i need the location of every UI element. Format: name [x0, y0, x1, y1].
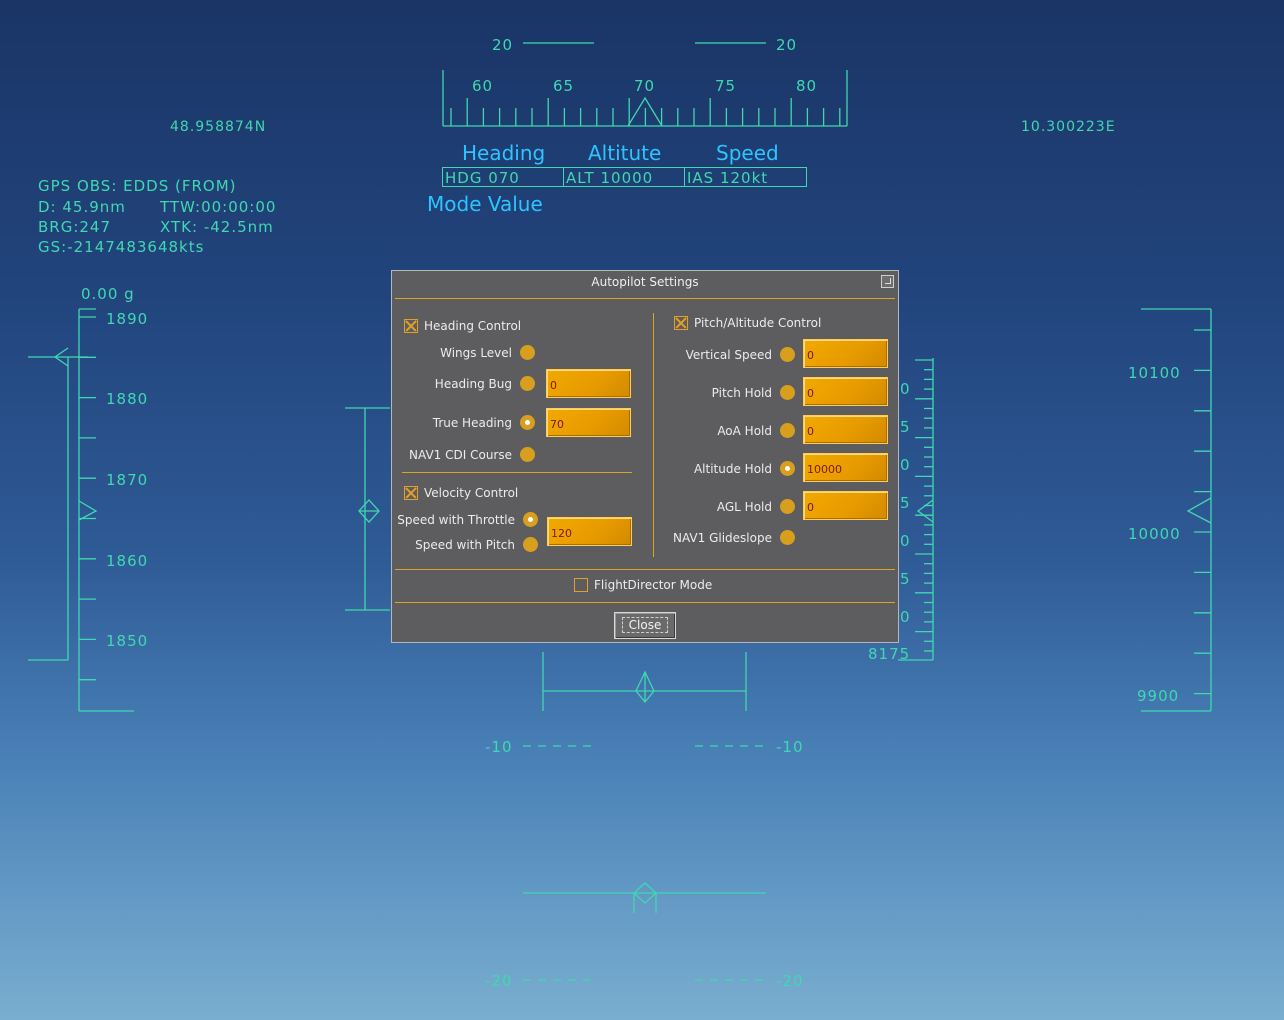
- pitch-label-20-right: 20: [776, 36, 798, 54]
- g-load-readout: 0.00 g: [81, 285, 135, 303]
- altitude-tick-label: 10100: [1128, 364, 1181, 382]
- speed-target-input[interactable]: 120: [547, 517, 632, 546]
- pitch-altitude-control-label: Pitch/Altitude Control: [694, 316, 822, 330]
- velocity-control-checkbox[interactable]: [404, 486, 418, 500]
- speed-tick-label: 1860: [106, 552, 149, 570]
- pitch-label-minus20-right: -20: [776, 972, 804, 990]
- wings-level-radio[interactable]: [520, 345, 535, 360]
- speed-tick-label: 1890: [106, 310, 149, 328]
- nav1-glideslope-radio[interactable]: [780, 530, 795, 545]
- vsi-tick-label: 0: [900, 532, 911, 550]
- mode-value-speed: IAS 120kt: [684, 167, 807, 187]
- pitch-hold-label: Pitch Hold: [711, 386, 772, 400]
- velocity-control-label: Velocity Control: [424, 486, 519, 500]
- vsi-tick-label: 5: [900, 570, 911, 588]
- gps-xtk: XTK: -42.5nm: [160, 218, 274, 236]
- aoa-hold-label: AoA Hold: [717, 424, 772, 438]
- vertical-speed-radio[interactable]: [780, 347, 795, 362]
- pitch-label-minus20-left: -20: [485, 972, 513, 990]
- pitch-label-20-left: 20: [492, 36, 514, 54]
- heading-bug-input[interactable]: 0: [546, 369, 631, 398]
- heading-control-label: Heading Control: [424, 319, 522, 333]
- gps-bearing: BRG:247: [38, 218, 112, 236]
- true-heading-radio[interactable]: [520, 415, 535, 430]
- speed-with-throttle-label: Speed with Throttle: [397, 513, 515, 527]
- heading-tick-label: 60: [472, 77, 494, 95]
- heading-bug-radio[interactable]: [520, 376, 535, 391]
- true-heading-input[interactable]: 70: [546, 408, 631, 437]
- speed-with-pitch-label: Speed with Pitch: [415, 538, 515, 552]
- heading-tick-label: 80: [796, 77, 818, 95]
- pitch-hold-radio[interactable]: [780, 385, 795, 400]
- divider: [395, 602, 895, 603]
- pitch-label-minus10-right: -10: [776, 738, 804, 756]
- vertical-speed-label: Vertical Speed: [685, 348, 772, 362]
- gps-ttw: TTW:00:00:00: [160, 198, 277, 216]
- speed-with-pitch-radio[interactable]: [523, 537, 538, 552]
- column-divider: [653, 313, 654, 557]
- speed-tick-label: 1870: [106, 471, 149, 489]
- nav1-glideslope-label: NAV1 Glideslope: [673, 531, 772, 545]
- close-button-label: Close: [621, 617, 669, 633]
- close-button[interactable]: Close: [614, 612, 676, 639]
- speed-with-throttle-radio[interactable]: [523, 512, 538, 527]
- nav1-cdi-course-radio[interactable]: [520, 447, 535, 462]
- gps-ground-speed: GS:-2147483648kts: [38, 238, 205, 256]
- mode-value-caption: Mode Value: [427, 192, 543, 216]
- vertical-speed-input[interactable]: 0: [803, 339, 888, 368]
- pitch-hold-input[interactable]: 0: [803, 377, 888, 406]
- agl-hold-input[interactable]: 0: [803, 491, 888, 520]
- altitude-hold-input[interactable]: 10000: [803, 453, 888, 482]
- divider: [402, 472, 632, 473]
- longitude-readout: 10.300223E: [1021, 119, 1116, 135]
- altitude-tick-label: 10000: [1128, 525, 1181, 543]
- pitch-altitude-control-checkbox[interactable]: [674, 316, 688, 330]
- aoa-hold-input[interactable]: 0: [803, 415, 888, 444]
- agl-hold-radio[interactable]: [780, 499, 795, 514]
- speed-tick-label: 1880: [106, 390, 149, 408]
- latitude-readout: 48.958874N: [170, 119, 267, 135]
- dialog-title: Autopilot Settings: [591, 275, 699, 289]
- vsi-readout: 8175: [868, 645, 911, 663]
- speed-tick-label: 1850: [106, 632, 149, 650]
- heading-tick-label: 65: [553, 77, 575, 95]
- heading-bug-label: Heading Bug: [434, 377, 512, 391]
- heading-control-checkbox[interactable]: [404, 319, 418, 333]
- wings-level-label: Wings Level: [440, 346, 512, 360]
- mode-label-speed: Speed: [716, 141, 779, 165]
- flight-director-label: FlightDirector Mode: [594, 578, 713, 592]
- mode-value-altitude: ALT 10000: [563, 167, 685, 187]
- true-heading-label: True Heading: [432, 416, 512, 430]
- vsi-tick-label: 5: [900, 494, 911, 512]
- altitude-hold-label: Altitude Hold: [693, 462, 772, 476]
- vsi-tick-label: 0: [900, 608, 911, 626]
- mode-label-heading: Heading: [462, 141, 546, 165]
- vsi-tick-label: 0: [900, 456, 911, 474]
- dialog-minimize-icon[interactable]: [881, 275, 894, 288]
- nav1-cdi-course-label: NAV1 CDI Course: [409, 448, 512, 462]
- divider: [395, 569, 895, 570]
- altitude-hold-radio[interactable]: [780, 461, 795, 476]
- vsi-tick-label: 5: [900, 418, 911, 436]
- gps-distance: D: 45.9nm: [38, 198, 126, 216]
- flight-director-checkbox[interactable]: [574, 578, 588, 592]
- altitude-tick-label: 9900: [1137, 687, 1180, 705]
- heading-tick-label: 70: [634, 77, 656, 95]
- heading-tick-label: 75: [715, 77, 737, 95]
- aoa-hold-radio[interactable]: [780, 423, 795, 438]
- agl-hold-label: AGL Hold: [716, 500, 772, 514]
- vsi-tick-label: 0: [900, 380, 911, 398]
- autopilot-settings-dialog: Autopilot Settings Heading Control Wings…: [391, 270, 899, 643]
- mode-label-altitude: Altitute: [588, 141, 662, 165]
- mode-value-heading: HDG 070: [442, 167, 564, 187]
- pitch-label-minus10-left: -10: [485, 738, 513, 756]
- divider: [395, 298, 895, 299]
- gps-obs-line: GPS OBS: EDDS (FROM): [38, 177, 237, 195]
